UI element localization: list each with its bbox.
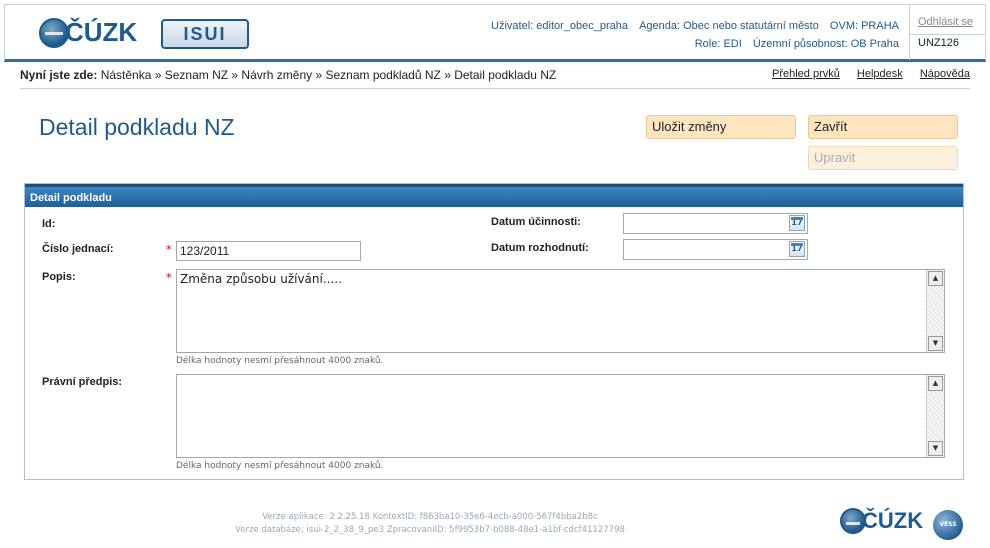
user-scope: Územní působnost: OB Praha	[752, 38, 899, 50]
user-box: Odhlásit se UNZ126	[909, 5, 985, 60]
pravni-predpis-textarea[interactable]: ▲ ▼	[176, 374, 945, 458]
required-mark: *	[166, 243, 172, 256]
datum-rozhodnuti-input[interactable]	[623, 239, 808, 260]
user-role: Role: EDI	[694, 38, 742, 50]
user-agenda: Agenda: Obec nebo statutární město	[639, 20, 819, 32]
scroll-down-icon[interactable]: ▼	[928, 336, 943, 351]
user-name: Uživatel: editor_obec_praha	[491, 20, 629, 32]
breadcrumb-label: Nyní jste zde:	[20, 68, 98, 82]
cuzk-logo-text: ČÚZK	[65, 17, 138, 47]
save-button[interactable]: Uložit změny	[646, 115, 796, 139]
scroll-up-icon[interactable]: ▲	[928, 271, 943, 286]
required-mark: *	[166, 271, 172, 284]
close-button[interactable]: Zavřít	[808, 115, 958, 139]
link-prehled-prvku[interactable]: Přehled prvků	[772, 68, 840, 80]
label-datum-ucinnosti: Datum účinnosti:	[491, 216, 581, 228]
predpis-scrollbar[interactable]: ▲ ▼	[926, 375, 944, 457]
globe-icon	[39, 17, 69, 48]
popis-hint: Délka hodnoty nesmí přesáhnout 4000 znak…	[176, 356, 384, 366]
predpis-hint: Délka hodnoty nesmí přesáhnout 4000 znak…	[176, 461, 384, 471]
popis-textarea[interactable]: Změna způsobu užívání..... ▲ ▼	[176, 269, 945, 353]
user-ovm: OVM: PRAHA	[829, 20, 899, 32]
popis-value: Změna způsobu užívání.....	[180, 272, 342, 286]
scroll-up-icon[interactable]: ▲	[928, 376, 943, 391]
footer-app-version: Verze aplikace: 2.2.25.18 KontextID: f86…	[262, 512, 598, 522]
footer-cuzk-logo: ČÚZK	[840, 508, 923, 534]
user-info-line2: Role: EDI Územní působnost: OB Praha	[483, 35, 899, 53]
logout-link[interactable]: Odhlásit se	[910, 5, 985, 35]
breadcrumb: Nyní jste zde: Nástěnka » Seznam NZ » Ná…	[20, 68, 970, 89]
datum-ucinnosti-input[interactable]	[623, 213, 808, 234]
panel-title: Detail podkladu	[25, 184, 963, 207]
isui-logo[interactable]: ISUI	[161, 19, 249, 49]
cuzk-logo[interactable]: ČÚZK	[39, 17, 137, 48]
footer-logo-text: ČÚZK	[862, 508, 924, 533]
unz-code: UNZ126	[918, 37, 959, 49]
label-id: Id:	[42, 218, 56, 230]
calendar-icon[interactable]: 17	[789, 215, 805, 231]
calendar-icon[interactable]: 17	[789, 241, 805, 257]
link-napoveda[interactable]: Nápověda	[920, 68, 970, 80]
page-title: Detail podkladu NZ	[39, 114, 235, 140]
popis-scrollbar[interactable]: ▲ ▼	[926, 270, 944, 352]
user-info-line1: Uživatel: editor_obec_praha Agenda: Obec…	[483, 17, 899, 35]
breadcrumb-path[interactable]: Nástěnka » Seznam NZ » Návrh změny » Sez…	[101, 68, 557, 82]
label-cislo-jednaci: Číslo jednací:	[42, 243, 114, 255]
footer-version-info: Verze aplikace: 2.2.25.18 KontextID: f86…	[200, 511, 660, 537]
link-helpdesk[interactable]: Helpdesk	[857, 68, 903, 80]
label-datum-rozhodnuti: Datum rozhodnutí:	[491, 242, 589, 254]
scroll-down-icon[interactable]: ▼	[928, 441, 943, 456]
vess-logo: VESS	[933, 510, 963, 540]
label-popis: Popis:	[42, 271, 76, 283]
breadcrumb-divider	[20, 88, 970, 89]
globe-icon	[840, 508, 866, 534]
app-header: ČÚZK ISUI Uživatel: editor_obec_praha Ag…	[4, 4, 986, 62]
edit-button[interactable]: Upravit	[808, 146, 958, 170]
cislo-jednaci-input[interactable]: 123/2011	[176, 241, 361, 261]
footer-db-version: Verze databáze: isui-2_2_38_9_pe3 Zpraco…	[235, 525, 625, 535]
user-info: Uživatel: editor_obec_praha Agenda: Obec…	[483, 17, 899, 53]
top-links: Přehled prvků Helpdesk Nápověda	[758, 68, 970, 80]
label-pravni-predpis: Právní předpis:	[42, 376, 123, 388]
